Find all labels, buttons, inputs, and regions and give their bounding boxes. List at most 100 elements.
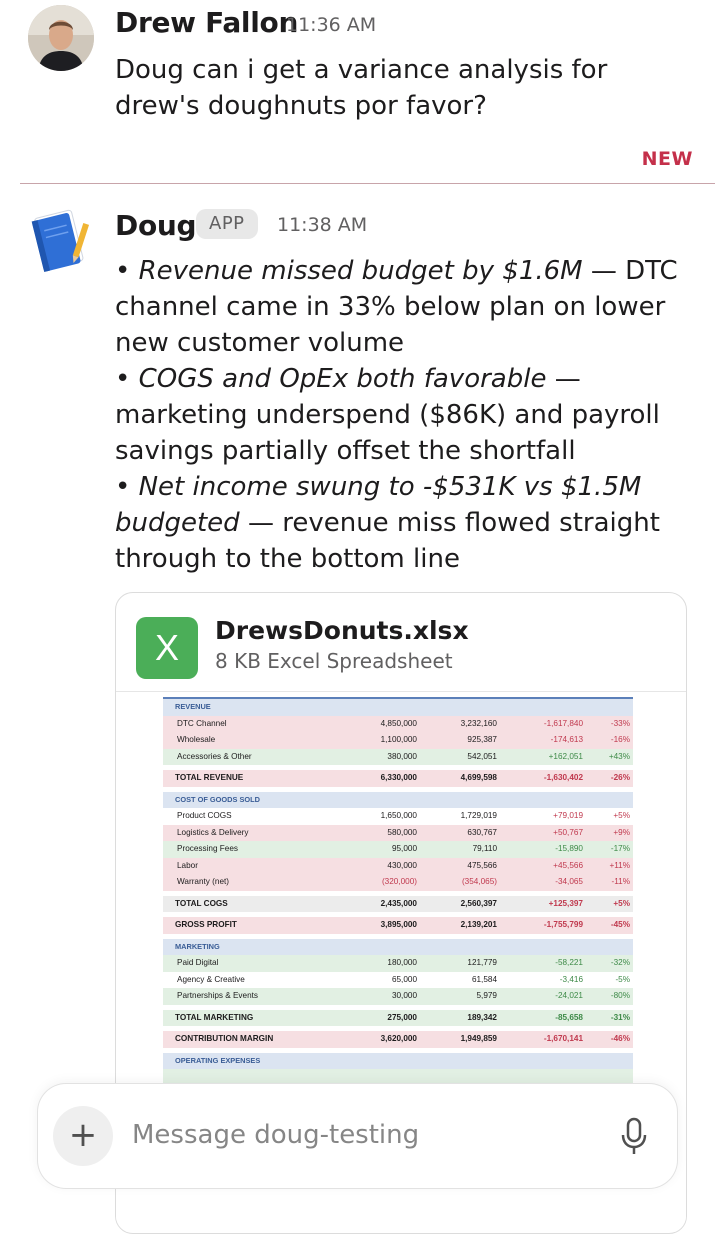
row-label: Processing Fees [177, 844, 238, 853]
total-row: TOTAL MARKETING 275,000 189,342 -85,658 … [163, 1009, 633, 1026]
section-header: COST OF GOODS SOLD [163, 791, 633, 808]
message-input[interactable] [130, 1114, 574, 1156]
table-row: Accessories & Other 380,000 542,051 +162… [163, 748, 633, 765]
variance-cell: -85,658 [555, 1012, 583, 1022]
add-attachment-button[interactable]: + [53, 1106, 113, 1166]
row-label: CONTRIBUTION MARGIN [175, 1034, 274, 1043]
budget-cell: (320,000) [381, 877, 417, 886]
variance-cell: -34,065 [555, 877, 583, 886]
pct-cell: -80% [610, 991, 630, 1000]
pct-cell: +5% [613, 898, 630, 908]
bullet-item: • Net income swung to -$531K vs $1.5M bu… [115, 472, 660, 574]
variance-cell: -174,613 [550, 735, 583, 744]
timestamp: 11:38 AM [277, 214, 368, 236]
variance-cell: -1,630,402 [543, 773, 583, 782]
section-header: MARKETING [163, 938, 633, 955]
row-label: Wholesale [177, 735, 216, 744]
variance-cell: -58,221 [555, 958, 583, 967]
actual-cell: 925,387 [467, 735, 497, 744]
pct-cell: -32% [610, 958, 630, 967]
budget-cell: 380,000 [387, 751, 417, 761]
message-composer: + [38, 1084, 677, 1188]
budget-cell: 95,000 [391, 844, 417, 853]
budget-cell: 3,895,000 [380, 920, 417, 929]
avatar[interactable] [28, 5, 94, 71]
variance-cell: +50,767 [553, 827, 583, 837]
variance-cell: +79,019 [553, 811, 583, 820]
pct-cell: -46% [610, 1034, 630, 1043]
table-row: Product COGS 1,650,000 1,729,019 +79,019… [163, 808, 633, 825]
row-label: Warranty (net) [177, 877, 230, 886]
total-row: GROSS PROFIT 3,895,000 2,139,201 -1,755,… [163, 917, 633, 934]
variance-cell: -24,021 [555, 991, 583, 1000]
actual-cell: 475,566 [467, 860, 497, 870]
notebook-icon [31, 209, 90, 273]
pct-cell: +11% [609, 860, 630, 870]
new-messages-label: NEW [641, 148, 693, 170]
new-messages-divider [20, 183, 715, 184]
actual-cell: 630,767 [467, 827, 497, 837]
doug-app-icon[interactable] [28, 207, 94, 273]
table-row: Agency & Creative 65,000 61,584 -3,416 -… [163, 972, 633, 989]
section-header: OPERATING EXPENSES [163, 1052, 633, 1069]
actual-cell: 2,560,397 [460, 898, 497, 908]
variance-cell: +162,051 [548, 751, 583, 761]
actual-cell: 1,729,019 [460, 811, 497, 820]
table-row: Partnerships & Events 30,000 5,979 -24,0… [163, 988, 633, 1005]
pct-cell: -17% [610, 844, 630, 853]
message-text: Doug can i get a variance analysis for d… [115, 55, 608, 121]
pct-cell: -16% [610, 735, 630, 744]
pct-cell: -31% [610, 1012, 630, 1022]
file-meta: 8 KB Excel Spreadsheet [215, 649, 453, 673]
variance-cell: -3,416 [559, 974, 583, 984]
pct-cell: -33% [610, 718, 630, 728]
row-label: Accessories & Other [177, 751, 252, 761]
budget-cell: 2,435,000 [380, 898, 417, 908]
budget-cell: 3,620,000 [380, 1034, 417, 1043]
spreadsheet-table: REVENUE DTC Channel 4,850,000 3,232,160 … [163, 697, 633, 1119]
budget-cell: 580,000 [387, 827, 417, 837]
budget-cell: 430,000 [387, 860, 417, 870]
total-row: TOTAL COGS 2,435,000 2,560,397 +125,397 … [163, 895, 633, 912]
microphone-icon[interactable] [619, 1116, 649, 1156]
actual-cell: 1,949,859 [460, 1034, 497, 1043]
actual-cell: 61,584 [471, 974, 497, 984]
pct-cell: +9% [613, 827, 630, 837]
row-label: TOTAL MARKETING [175, 1012, 254, 1022]
table-row: Paid Digital 180,000 121,779 -58,221 -32… [163, 955, 633, 972]
section-label: OPERATING EXPENSES [175, 1055, 261, 1065]
budget-cell: 180,000 [387, 958, 417, 967]
variance-cell: +45,566 [553, 860, 583, 870]
variance-cell: -1,617,840 [543, 718, 583, 728]
actual-cell: 3,232,160 [460, 718, 497, 728]
pct-cell: -26% [610, 773, 630, 782]
row-label: Product COGS [177, 811, 232, 820]
total-row: TOTAL REVENUE 6,330,000 4,699,598 -1,630… [163, 770, 633, 787]
table-row: Labor 430,000 475,566 +45,566 +11% [163, 857, 633, 874]
file-name[interactable]: DrewsDonuts.xlsx [215, 616, 469, 645]
table-row: Logistics & Delivery 580,000 630,767 +50… [163, 824, 633, 841]
actual-cell: 542,051 [467, 751, 497, 761]
total-row: CONTRIBUTION MARGIN 3,620,000 1,949,859 … [163, 1031, 633, 1048]
budget-cell: 275,000 [387, 1012, 417, 1022]
author-name[interactable]: Drew Fallon [115, 6, 298, 39]
pct-cell: +43% [608, 751, 630, 761]
row-label: GROSS PROFIT [175, 920, 237, 929]
row-label: TOTAL REVENUE [175, 773, 244, 782]
bullet-emphasis: COGS and OpEx both favorable [138, 364, 547, 394]
table-row: Processing Fees 95,000 79,110 -15,890 -1… [163, 841, 633, 858]
budget-cell: 4,850,000 [380, 718, 417, 728]
table-row: DTC Channel 4,850,000 3,232,160 -1,617,8… [163, 715, 633, 732]
timestamp: 11:36 AM [286, 14, 377, 36]
author-name[interactable]: Doug [115, 209, 197, 242]
bullet-item: • Revenue missed budget by $1.6M — DTC c… [115, 256, 678, 358]
actual-cell: 4,699,598 [460, 773, 497, 782]
section-label: MARKETING [175, 941, 220, 951]
budget-cell: 1,650,000 [380, 811, 417, 820]
actual-cell: 189,342 [467, 1012, 497, 1022]
actual-cell: (354,065) [461, 877, 497, 886]
row-label: Partnerships & Events [177, 991, 259, 1000]
budget-cell: 30,000 [391, 991, 417, 1000]
budget-cell: 65,000 [391, 974, 417, 984]
section-label: COST OF GOODS SOLD [175, 794, 260, 804]
